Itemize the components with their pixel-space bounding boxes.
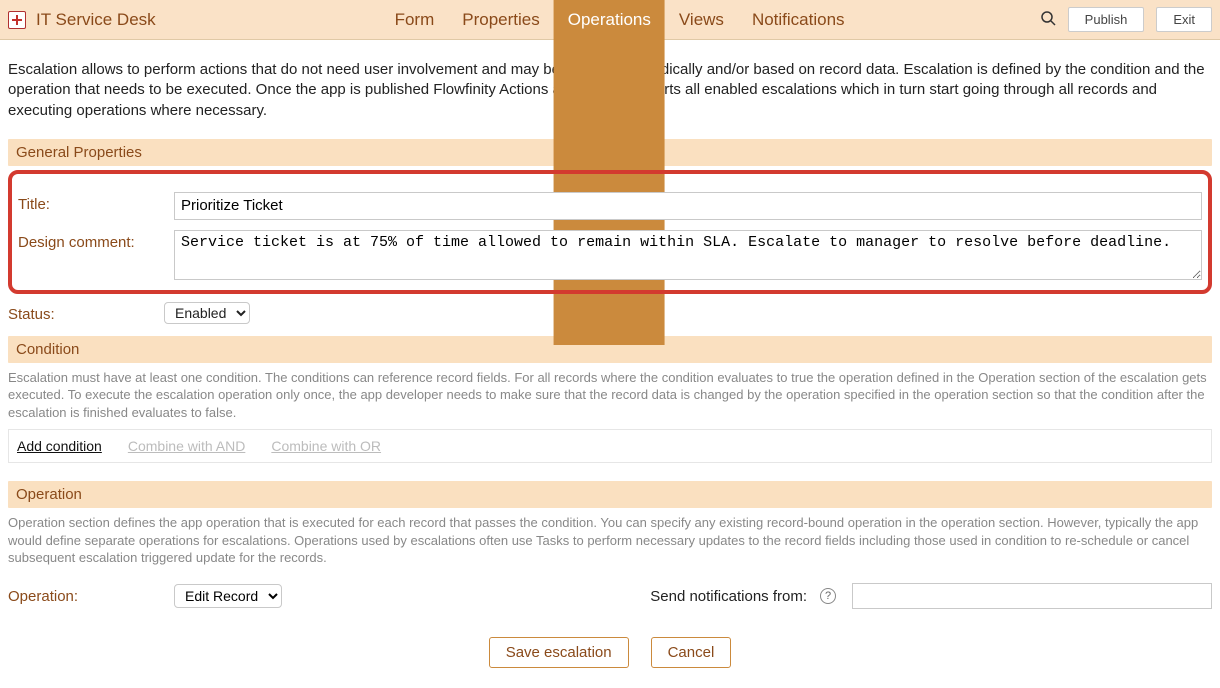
design-comment-input[interactable] [174, 230, 1202, 280]
notification-from-label: Send notifications from: [650, 588, 807, 605]
help-icon[interactable]: ? [820, 588, 836, 604]
operation-label: Operation: [8, 588, 164, 605]
status-select[interactable]: Enabled [164, 302, 250, 324]
design-comment-label: Design comment: [18, 230, 174, 251]
row-title: Title: [18, 192, 1202, 220]
exit-button[interactable]: Exit [1156, 7, 1212, 32]
condition-link-bar: Add condition Combine with AND Combine w… [8, 429, 1212, 463]
combine-and-link: Combine with AND [128, 438, 246, 454]
title-label: Title: [18, 192, 174, 213]
operation-select[interactable]: Edit Record [174, 584, 282, 608]
cancel-button[interactable]: Cancel [651, 637, 732, 668]
app-icon [8, 11, 26, 29]
operation-help-text: Operation section defines the app operat… [8, 514, 1212, 567]
status-label: Status: [8, 302, 164, 323]
publish-button[interactable]: Publish [1068, 7, 1145, 32]
search-icon[interactable] [1040, 10, 1056, 29]
app-title: IT Service Desk [36, 10, 156, 30]
condition-help-text: Escalation must have at least one condit… [8, 369, 1212, 422]
operation-row: Operation: Edit Record Send notification… [8, 583, 1212, 609]
title-input[interactable] [174, 192, 1202, 220]
general-highlight-box: Title: Design comment: [8, 170, 1212, 294]
page-header: IT Service Desk Form Properties Operatio… [0, 0, 1220, 40]
add-condition-link[interactable]: Add condition [17, 438, 102, 454]
row-design-comment: Design comment: [18, 230, 1202, 280]
notification-from-input[interactable] [852, 583, 1212, 609]
combine-or-link: Combine with OR [271, 438, 381, 454]
section-header-operation: Operation [8, 481, 1212, 508]
save-escalation-button[interactable]: Save escalation [489, 637, 629, 668]
action-buttons: Save escalation Cancel [8, 637, 1212, 668]
